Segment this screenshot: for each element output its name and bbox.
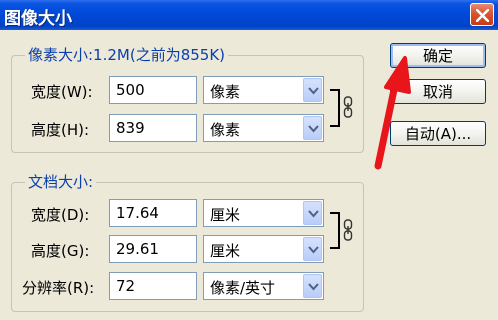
pixel-height-label: 高度(H): <box>31 121 90 139</box>
close-button[interactable] <box>470 3 494 26</box>
dropdown-button[interactable] <box>303 201 322 225</box>
doc-height-unit-value: 厘米 <box>210 242 241 260</box>
pixel-width-unit-value: 像素 <box>210 83 241 101</box>
chevron-down-icon <box>308 87 319 95</box>
ok-button[interactable]: 确定 <box>390 43 486 68</box>
resolution-unit-select[interactable]: 像素/英寸 <box>203 272 324 300</box>
pixel-height-unit-value: 像素 <box>210 121 241 139</box>
chevron-down-icon <box>308 283 319 291</box>
pixel-width-label: 宽度(W): <box>31 83 93 101</box>
chevron-down-icon <box>308 246 319 254</box>
title-bar: 图像大小 <box>0 0 498 30</box>
chevron-down-icon <box>308 210 319 218</box>
document-size-label: 文档大小: <box>25 171 97 192</box>
pixel-height-input[interactable] <box>109 114 197 142</box>
doc-width-label: 宽度(D): <box>31 206 90 224</box>
doc-height-label: 高度(G): <box>31 242 90 260</box>
chevron-down-icon <box>308 125 319 133</box>
dropdown-button[interactable] <box>303 237 322 261</box>
pixel-height-unit-select[interactable]: 像素 <box>203 114 324 142</box>
dropdown-button[interactable] <box>303 78 322 102</box>
resolution-unit-value: 像素/英寸 <box>210 279 276 297</box>
dropdown-button[interactable] <box>303 116 322 140</box>
resolution-label: 分辨率(R): <box>22 279 95 297</box>
doc-width-input[interactable] <box>109 199 197 227</box>
doc-height-unit-select[interactable]: 厘米 <box>203 235 324 263</box>
resolution-input[interactable] <box>109 272 197 300</box>
doc-width-unit-select[interactable]: 厘米 <box>203 199 324 227</box>
window-title: 图像大小 <box>4 9 72 29</box>
chain-link-icon[interactable] <box>343 219 353 241</box>
auto-button[interactable]: 自动(A)... <box>390 121 486 146</box>
chain-link-icon[interactable] <box>343 96 353 118</box>
cancel-button[interactable]: 取消 <box>390 79 486 104</box>
dropdown-button[interactable] <box>303 274 322 298</box>
pixel-width-input[interactable] <box>109 76 197 104</box>
close-icon <box>476 9 489 22</box>
image-size-dialog: 图像大小 像素大小:1.2M(之前为855K) 宽度(W): 像素 高度(H):… <box>0 0 498 320</box>
pixel-constrain-bracket <box>330 89 340 127</box>
doc-height-input[interactable] <box>109 235 197 263</box>
doc-width-unit-value: 厘米 <box>210 206 241 224</box>
pixel-dimensions-label: 像素大小:1.2M(之前为855K) <box>25 44 229 65</box>
pixel-width-unit-select[interactable]: 像素 <box>203 76 324 104</box>
doc-constrain-bracket <box>330 212 340 249</box>
